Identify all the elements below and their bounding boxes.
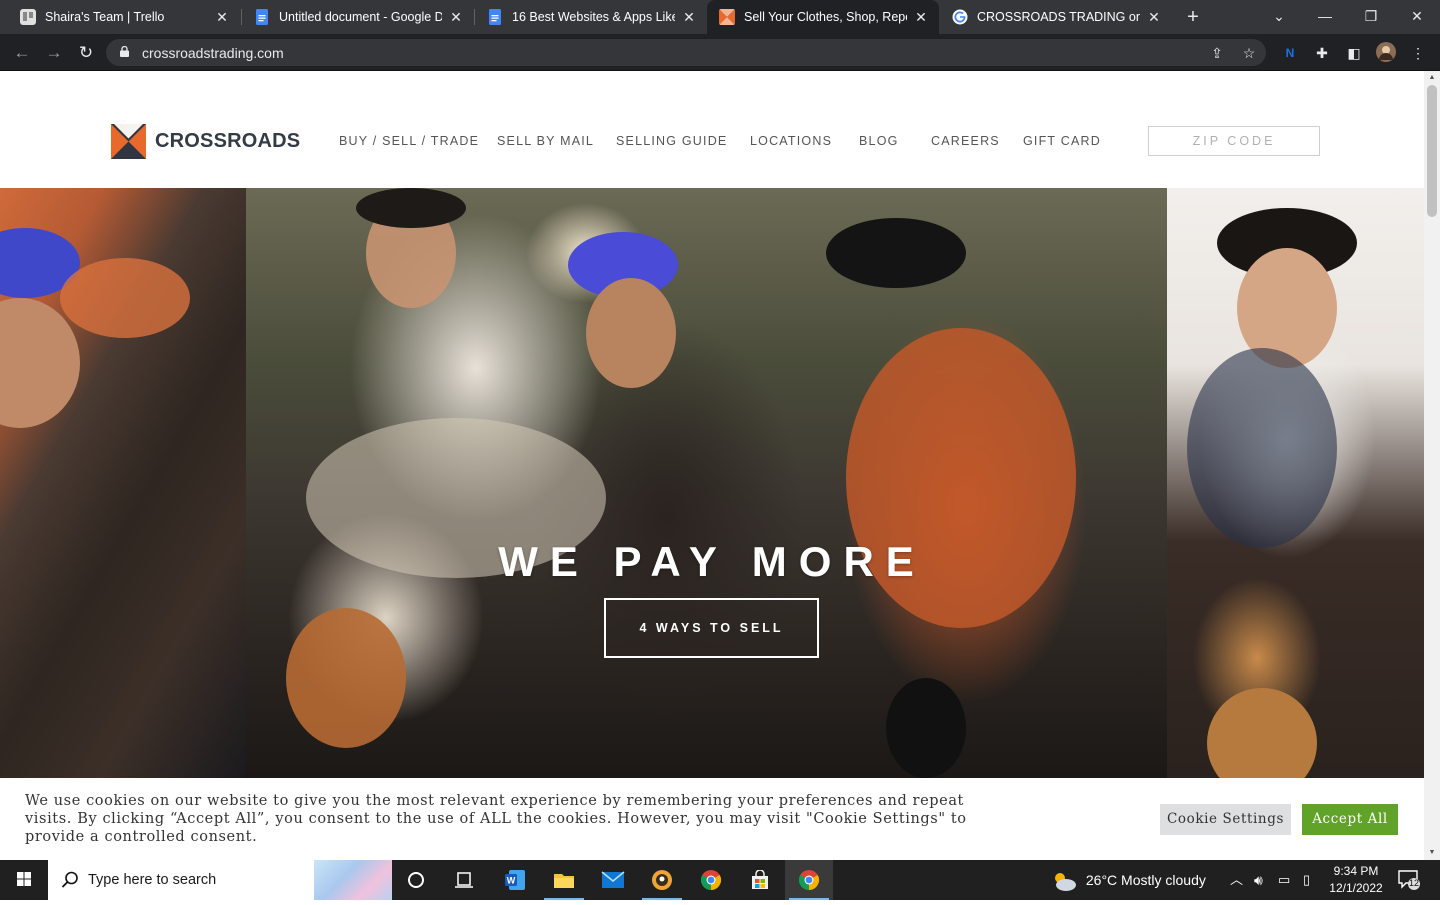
page-scrollbar[interactable]: ▲ ▼ — [1424, 71, 1440, 860]
side-panel-icon[interactable]: ◧ — [1343, 42, 1365, 64]
accept-all-button[interactable]: Accept All — [1302, 804, 1398, 835]
notification-center-icon[interactable]: 12 — [1398, 870, 1420, 890]
lock-icon — [120, 46, 129, 57]
search-placeholder: Type here to search — [88, 872, 217, 888]
site-logo[interactable]: CROSSROADS — [111, 124, 300, 159]
word-icon[interactable]: W — [491, 860, 539, 900]
tab-title: Shaira's Team | Trello — [45, 10, 165, 24]
hero-photo-main — [246, 188, 1167, 778]
tab-title: Untitled document - Google Do — [279, 10, 442, 24]
new-tab-button[interactable]: + — [1182, 6, 1204, 28]
svg-text:W: W — [507, 876, 516, 886]
cookie-message: We use cookies on our website to give yo… — [25, 793, 967, 845]
tab-google-search[interactable]: CROSSROADS TRADING online ✕ — [940, 0, 1172, 34]
weather-widget[interactable]: 26°C Mostly cloudy — [1050, 860, 1206, 900]
close-tab-icon[interactable]: ✕ — [913, 9, 929, 26]
crossroads-logo-mark — [111, 124, 146, 159]
four-ways-to-sell-button[interactable]: 4 WAYS TO SELL — [604, 598, 819, 658]
trello-icon — [20, 9, 36, 25]
tab-crossroads[interactable]: Sell Your Clothes, Shop, Repeat ✕ — [707, 0, 939, 34]
clock-time: 9:34 PM — [1333, 864, 1379, 878]
network-icon[interactable]: ▭ — [1278, 860, 1290, 900]
windows-taskbar: Type here to search W 26°C Mostly cloudy… — [0, 860, 1440, 900]
tab-search-icon[interactable]: ⌄ — [1256, 0, 1302, 34]
cortana-icon[interactable] — [392, 860, 440, 900]
url-text: crossroadstrading.com — [142, 45, 284, 61]
browser-toolbar: ← → ↻ crossroadstrading.com ⇪ ☆ N ✚ ◧ ⋮ — [0, 34, 1440, 71]
close-tab-icon[interactable]: ✕ — [214, 9, 230, 26]
tab-google-docs[interactable]: Untitled document - Google Do ✕ — [242, 0, 474, 34]
extension-n-icon[interactable]: N — [1279, 42, 1301, 64]
brand-name: CROSSROADS — [155, 130, 301, 152]
close-tab-icon[interactable]: ✕ — [1146, 9, 1162, 26]
crossroads-icon — [719, 9, 735, 25]
tab-trello[interactable]: Shaira's Team | Trello ✕ — [8, 0, 240, 34]
notification-count: 12 — [1408, 878, 1419, 888]
site-header: CROSSROADS BUY / SELL / TRADE SELL BY MA… — [0, 71, 1424, 188]
windows-logo-icon — [17, 872, 31, 886]
weather-text: 26°C Mostly cloudy — [1085, 872, 1206, 888]
tab-title: Sell Your Clothes, Shop, Repeat — [744, 10, 907, 24]
nav-blog[interactable]: BLOG — [859, 134, 899, 148]
show-hidden-icons-icon[interactable]: ︿ — [1230, 860, 1243, 900]
scrollbar-thumb[interactable] — [1427, 85, 1437, 217]
tab-title: CROSSROADS TRADING online — [977, 10, 1140, 24]
webpage: CROSSROADS BUY / SELL / TRADE SELL BY MA… — [0, 71, 1424, 860]
nav-locations[interactable]: LOCATIONS — [750, 134, 832, 148]
mail-icon[interactable] — [589, 860, 637, 900]
scroll-up-arrow-icon[interactable]: ▲ — [1424, 71, 1440, 85]
google-docs-icon — [256, 9, 268, 25]
minimize-button[interactable]: — — [1302, 0, 1348, 34]
clock-date: 12/1/2022 — [1329, 881, 1383, 895]
tab-best-websites[interactable]: 16 Best Websites & Apps Like P ✕ — [475, 0, 707, 34]
share-icon[interactable]: ⇪ — [1208, 44, 1226, 62]
reload-button[interactable]: ↻ — [74, 41, 98, 65]
browser-menu-icon[interactable]: ⋮ — [1407, 42, 1429, 64]
brave-icon[interactable] — [638, 860, 686, 900]
close-window-button[interactable]: ✕ — [1394, 0, 1440, 34]
battery-icon[interactable]: ▯ — [1303, 860, 1310, 900]
hero-photo-left — [0, 188, 246, 778]
chrome-active-icon[interactable] — [785, 860, 833, 900]
tab-title: 16 Best Websites & Apps Like P — [512, 10, 675, 24]
bookmark-star-icon[interactable]: ☆ — [1240, 44, 1258, 62]
hero-title: WE PAY MORE — [498, 538, 926, 585]
cookie-settings-button[interactable]: Cookie Settings — [1160, 804, 1291, 835]
back-button[interactable]: ← — [10, 41, 34, 65]
hero-photo-right — [1167, 188, 1424, 778]
search-highlight-image — [314, 860, 392, 900]
start-button[interactable] — [0, 860, 48, 900]
scroll-down-arrow-icon[interactable]: ▼ — [1424, 846, 1440, 860]
store-icon[interactable] — [736, 860, 784, 900]
cloudy-weather-icon — [1055, 873, 1076, 892]
extensions-puzzle-icon[interactable]: ✚ — [1311, 42, 1333, 64]
close-tab-icon[interactable]: ✕ — [681, 9, 697, 26]
task-view-icon[interactable] — [440, 860, 488, 900]
google-icon — [952, 9, 968, 25]
nav-careers[interactable]: CAREERS — [931, 134, 1000, 148]
taskbar-search-box[interactable]: Type here to search — [48, 860, 392, 900]
nav-gift-card[interactable]: GIFT CARD — [1023, 134, 1101, 148]
google-docs-icon — [489, 9, 501, 25]
nav-selling-guide[interactable]: SELLING GUIDE — [616, 134, 727, 148]
search-icon — [61, 871, 78, 888]
chrome-icon[interactable] — [687, 860, 735, 900]
nav-sell-by-mail[interactable]: SELL BY MAIL — [497, 134, 594, 148]
volume-icon[interactable]: 🔊︎ — [1254, 860, 1263, 900]
restore-button[interactable]: ❐ — [1348, 0, 1394, 34]
profile-avatar[interactable] — [1375, 42, 1397, 64]
hero-banner: WE PAY MORE 4 WAYS TO SELL — [0, 188, 1424, 778]
file-explorer-icon[interactable] — [540, 860, 588, 900]
forward-button[interactable]: → — [42, 41, 66, 65]
system-clock[interactable]: 9:34 PM 12/1/2022 — [1322, 863, 1390, 897]
browser-tab-bar: Shaira's Team | Trello ✕ Untitled docume… — [0, 0, 1440, 34]
cookie-banner: We use cookies on our website to give yo… — [0, 778, 1424, 860]
address-bar[interactable]: crossroadstrading.com ⇪ ☆ — [106, 39, 1266, 66]
zip-code-input[interactable]: ZIP CODE — [1148, 126, 1320, 156]
nav-buy-sell-trade[interactable]: BUY / SELL / TRADE — [339, 134, 479, 148]
close-tab-icon[interactable]: ✕ — [448, 9, 464, 26]
